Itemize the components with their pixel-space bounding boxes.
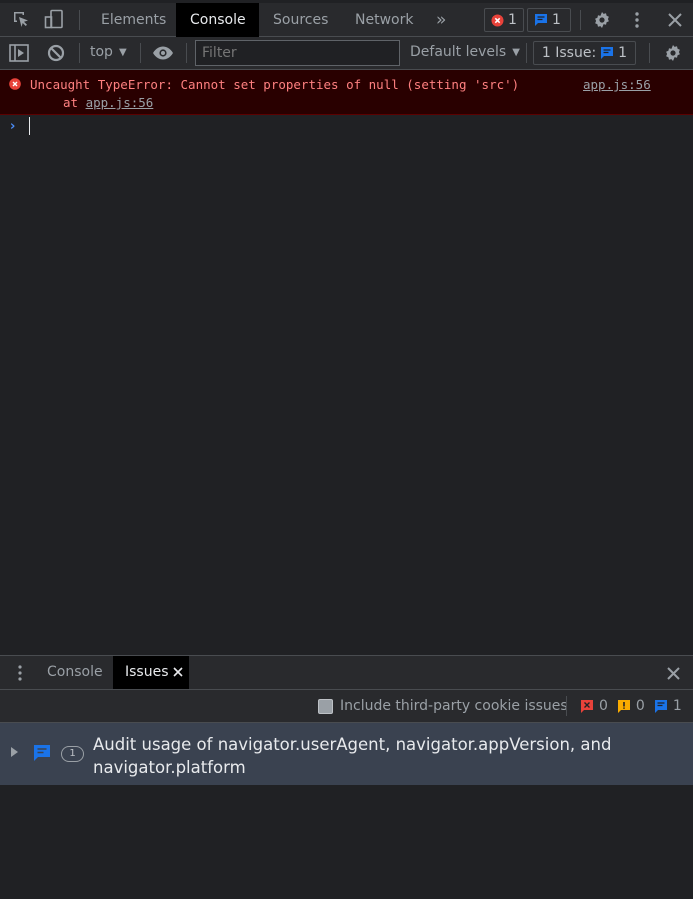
more-options-kebab-icon[interactable] xyxy=(627,8,647,32)
devtools-tab-bar: Elements Console Sources Network » 1 1 xyxy=(0,0,693,37)
issue-message-icon xyxy=(535,14,547,26)
error-icon xyxy=(9,78,21,90)
context-selector[interactable]: top ▼ xyxy=(90,44,127,60)
close-tab-icon[interactable] xyxy=(173,667,183,677)
separator xyxy=(566,696,567,716)
drawer-tab-issues[interactable]: Issues xyxy=(113,656,189,689)
drawer-menu-kebab-icon[interactable] xyxy=(13,662,27,684)
clear-console-icon[interactable] xyxy=(45,42,67,64)
issue-counts: 0 0 1 xyxy=(580,698,682,714)
console-toolbar: top ▼ Default levels ▼ 1 Issue: 1 xyxy=(0,37,693,70)
separator xyxy=(580,10,581,30)
info-issue-icon xyxy=(654,700,667,713)
issues-count: 1 xyxy=(618,45,628,61)
dropdown-arrow-icon: ▼ xyxy=(512,46,520,58)
filter-input[interactable] xyxy=(195,40,400,66)
stack-trace-link[interactable]: app.js:56 xyxy=(86,95,154,110)
third-party-checkbox[interactable] xyxy=(318,699,333,714)
console-input-caret[interactable] xyxy=(29,117,30,135)
issue-count: 1 xyxy=(552,12,561,28)
console-error-message: Uncaught TypeError: Cannot set propertie… xyxy=(0,70,693,115)
issue-message-icon xyxy=(601,47,614,59)
issue-count-badge[interactable]: 1 xyxy=(527,8,571,32)
separator xyxy=(186,43,187,63)
context-label: top xyxy=(90,44,113,60)
third-party-label: Include third-party cookie issues xyxy=(340,698,568,714)
tab-network[interactable]: Network xyxy=(341,3,427,37)
issues-button[interactable]: 1 Issue: 1 xyxy=(533,41,636,65)
show-sidebar-icon[interactable] xyxy=(8,42,30,64)
separator xyxy=(649,43,650,63)
error-text: Uncaught TypeError: Cannot set propertie… xyxy=(30,77,520,92)
tab-sources[interactable]: Sources xyxy=(259,3,342,37)
issue-list-item[interactable]: 1 Audit usage of navigator.userAgent, na… xyxy=(0,723,693,785)
drawer-tab-console[interactable]: Console xyxy=(35,656,115,689)
log-levels-dropdown[interactable]: Default levels ▼ xyxy=(410,44,520,60)
live-expression-eye-icon[interactable] xyxy=(151,42,175,64)
error-issue-icon xyxy=(581,700,593,713)
device-toolbar-icon[interactable] xyxy=(43,7,65,31)
issue-count-pill: 1 xyxy=(61,746,84,762)
error-icon xyxy=(491,14,504,26)
inspect-element-icon[interactable] xyxy=(10,7,32,31)
expand-arrow-icon[interactable] xyxy=(11,747,18,757)
error-issue-count: 0 xyxy=(599,698,608,714)
separator xyxy=(79,43,80,63)
drawer-tab-bar: Console Issues xyxy=(0,655,693,690)
stack-prefix: at xyxy=(63,95,86,110)
separator xyxy=(526,43,527,63)
dropdown-arrow-icon: ▼ xyxy=(118,46,127,58)
error-source-link[interactable]: app.js:56 xyxy=(583,77,651,92)
drawer-tab-issues-label: Issues xyxy=(125,664,169,680)
separator xyxy=(140,43,141,63)
issues-label: 1 Issue: xyxy=(541,45,597,61)
stack-trace-line: at app.js:56 xyxy=(63,95,153,110)
more-tabs-button[interactable]: » xyxy=(422,3,460,37)
console-settings-gear-icon[interactable] xyxy=(661,42,685,64)
error-count-badge[interactable]: 1 xyxy=(484,8,524,32)
tab-console[interactable]: Console xyxy=(176,3,259,37)
issue-title: Audit usage of navigator.userAgent, navi… xyxy=(93,735,612,777)
issue-message-icon xyxy=(34,745,50,761)
log-levels-label: Default levels xyxy=(410,44,507,60)
warning-issue-count: 0 xyxy=(635,698,645,714)
close-drawer-icon[interactable] xyxy=(662,662,684,684)
close-devtools-icon[interactable] xyxy=(664,8,686,32)
issues-toolbar: Include third-party cookie issues 0 0 1 xyxy=(0,690,693,723)
separator xyxy=(79,10,80,30)
error-count: 1 xyxy=(508,12,517,28)
tab-elements[interactable]: Elements xyxy=(87,3,180,37)
info-issue-count: 1 xyxy=(672,698,682,714)
settings-gear-icon[interactable] xyxy=(590,8,614,32)
console-prompt-icon: › xyxy=(10,119,16,134)
warning-issue-icon xyxy=(617,700,630,713)
